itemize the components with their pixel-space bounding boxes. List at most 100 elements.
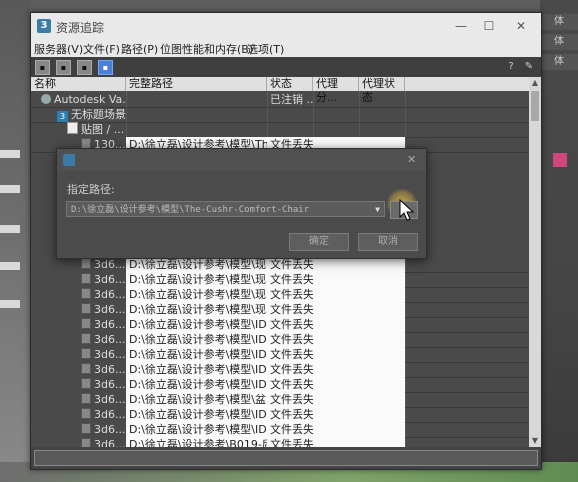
scene-shelf — [0, 262, 20, 270]
scrollbar-thumb[interactable] — [531, 91, 539, 121]
row-proxy-status — [359, 392, 405, 407]
ok-button[interactable]: 确定 — [289, 233, 349, 251]
scroll-up-icon[interactable]: ▲ — [529, 77, 541, 89]
chevron-down-icon[interactable]: ▼ — [375, 202, 380, 218]
close-icon[interactable]: ✕ — [407, 153, 416, 166]
row-proxy-status — [359, 257, 405, 272]
mouse-cursor-icon — [399, 199, 415, 221]
scene-shelf — [0, 150, 20, 158]
row-path: D:\徐立磊\设计参考\模型\ID1... — [126, 332, 267, 347]
window-title: 资源追踪 — [56, 21, 105, 35]
scroll-down-icon[interactable]: ▼ — [529, 435, 541, 447]
column-header-path[interactable]: 完整路径 — [126, 77, 267, 91]
row-path: D:\徐立磊\设计参考\模型\ID1... — [126, 317, 267, 332]
row-name: 3d6... — [31, 332, 126, 347]
row-name-text: Autodesk Va... — [54, 93, 126, 106]
table-row[interactable]: 3d6... D:\徐立磊\设计参考\B019-后... 文件丢失 — [31, 437, 529, 447]
row-status: 文件丢失 — [267, 317, 313, 332]
row-status: 文件丢失 — [267, 272, 313, 287]
close-icon[interactable]: ✕ — [507, 17, 535, 35]
row-name: Autodesk Va... — [31, 92, 126, 107]
table-row[interactable]: 3d6... D:\徐立磊\设计参考\模型\现... 文件丢失 — [31, 302, 529, 318]
row-name: 3d6... — [31, 437, 126, 447]
table-row[interactable]: 3d6... D:\徐立磊\设计参考\模型\ID1... 文件丢失 — [31, 377, 529, 393]
status-field[interactable] — [34, 450, 538, 466]
help-icon[interactable]: ? — [505, 60, 517, 73]
table-row[interactable]: 3d6... D:\徐立磊\设计参考\模型\ID1... 文件丢失 — [31, 317, 529, 333]
settings-icon[interactable]: ✎ — [523, 60, 535, 73]
row-proxy-res — [313, 407, 359, 422]
row-status: 文件丢失 — [267, 287, 313, 302]
specify-path-dialog: ✕ 指定路径: D:\徐立磊\设计参考\模型\The-Cushr-Comfort… — [56, 148, 427, 259]
row-status: 文件丢失 — [267, 347, 313, 362]
column-header-proxy-res[interactable]: 代理分... — [313, 77, 359, 104]
row-proxy-status — [359, 272, 405, 287]
table-row[interactable]: 3d6... D:\徐立磊\设计参考\模型\现... 文件丢失 — [31, 272, 529, 288]
toolbar-button[interactable]: ▪ — [56, 60, 71, 75]
row-path: D:\徐立磊\设计参考\模型\ID1... — [126, 362, 267, 377]
row-proxy-status — [359, 332, 405, 347]
table-row[interactable]: 3d6... D:\徐立磊\设计参考\模型\ID1... 文件丢失 — [31, 347, 529, 363]
table-row[interactable]: 3d6... D:\徐立磊\设计参考\模型\ID1... 文件丢失 — [31, 362, 529, 378]
app-icon: 3 — [37, 19, 51, 33]
menu-path[interactable]: 路径(P) — [121, 41, 158, 57]
tree-row-server[interactable]: Autodesk Va... 已注销 ... — [31, 92, 529, 108]
row-status: 文件丢失 — [267, 422, 313, 437]
file-icon — [81, 288, 91, 299]
command-panel — [540, 0, 578, 482]
minimize-icon[interactable]: — — [447, 17, 475, 35]
row-path: D:\徐立磊\设计参考\模型\现... — [126, 257, 267, 272]
menu-file[interactable]: 文件(F) — [83, 41, 120, 57]
toolbar-button[interactable]: ▪ — [35, 60, 50, 75]
row-name: 3d6... — [31, 257, 126, 272]
file-icon — [81, 273, 91, 284]
vertical-scrollbar[interactable]: ▲ ▼ — [529, 77, 541, 447]
column-header-proxy-status[interactable]: 代理状态 — [359, 77, 405, 104]
table-row[interactable]: 3d6... D:\徐立磊\设计参考\模型\现... 文件丢失 — [31, 257, 529, 273]
row-proxy-status — [359, 422, 405, 437]
row-name-text: 3d6... — [94, 273, 126, 286]
toolbar-button-active[interactable]: ▪ — [98, 60, 113, 75]
table-row[interactable]: 3d6... D:\徐立磊\设计参考\模型\ID1... 文件丢失 — [31, 332, 529, 348]
row-proxy-status — [359, 407, 405, 422]
toolbar-button[interactable]: ▪ — [77, 60, 92, 75]
file-icon — [81, 333, 91, 344]
column-header-name[interactable]: 名称 — [31, 77, 126, 91]
scene-shelf — [0, 185, 20, 193]
row-proxy-res — [313, 257, 359, 272]
row-name-text: 3d6... — [94, 378, 126, 391]
row-proxy-status — [359, 362, 405, 377]
menu-options[interactable]: 选项(T) — [247, 41, 284, 57]
row-name-text: 3d6... — [94, 363, 126, 376]
table-row[interactable]: 3d6... D:\徐立磊\设计参考\模型\现... 文件丢失 — [31, 287, 529, 303]
tree-row-scene[interactable]: 3 无标题场景 — [31, 107, 529, 123]
column-header-status[interactable]: 状态 — [267, 77, 313, 91]
row-proxy-res — [313, 422, 359, 437]
row-path: D:\徐立磊\设计参考\模型\现... — [126, 302, 267, 317]
table-header: 名称 完整路径 状态 代理分... 代理状态 — [31, 77, 529, 104]
viewport-top — [30, 0, 540, 12]
menu-bitmap[interactable]: 位图性能和内存(B) — [160, 41, 253, 57]
cancel-button[interactable]: 取消 — [358, 233, 418, 251]
row-proxy-status — [359, 287, 405, 302]
app-icon — [63, 154, 75, 166]
table-row[interactable]: 3d6... D:\徐立磊\设计参考\模型\ID1... 文件丢失 — [31, 407, 529, 423]
row-proxy-res — [313, 362, 359, 377]
color-swatch[interactable] — [553, 153, 567, 167]
table-row[interactable]: 3d6... D:\徐立磊\设计参考\模型\盆... 文件丢失 — [31, 392, 529, 408]
row-path: D:\徐立磊\设计参考\模型\ID1... — [126, 347, 267, 362]
file-icon — [81, 363, 91, 374]
row-path: D:\徐立磊\设计参考\模型\盆... — [126, 392, 267, 407]
panel-button[interactable]: 体 — [540, 34, 578, 50]
row-name-text: 无标题场景 — [71, 108, 126, 121]
path-dropdown[interactable]: D:\徐立磊\设计参考\模型\The-Cushr-Comfort-Chair ▼ — [66, 201, 385, 217]
table-row[interactable]: 3d6... D:\徐立磊\设计参考\模型\ID1... 文件丢失 — [31, 422, 529, 438]
maximize-icon[interactable]: ☐ — [475, 17, 503, 35]
row-proxy-status — [359, 377, 405, 392]
menu-server[interactable]: 服务器(V) — [34, 41, 83, 57]
panel-button[interactable]: 体 — [540, 14, 578, 30]
tree-row-maps[interactable]: 贴图 / ... — [31, 122, 529, 138]
scene-shelf — [0, 300, 20, 308]
panel-button[interactable]: 体 — [540, 54, 578, 70]
row-name: 3d6... — [31, 407, 126, 422]
